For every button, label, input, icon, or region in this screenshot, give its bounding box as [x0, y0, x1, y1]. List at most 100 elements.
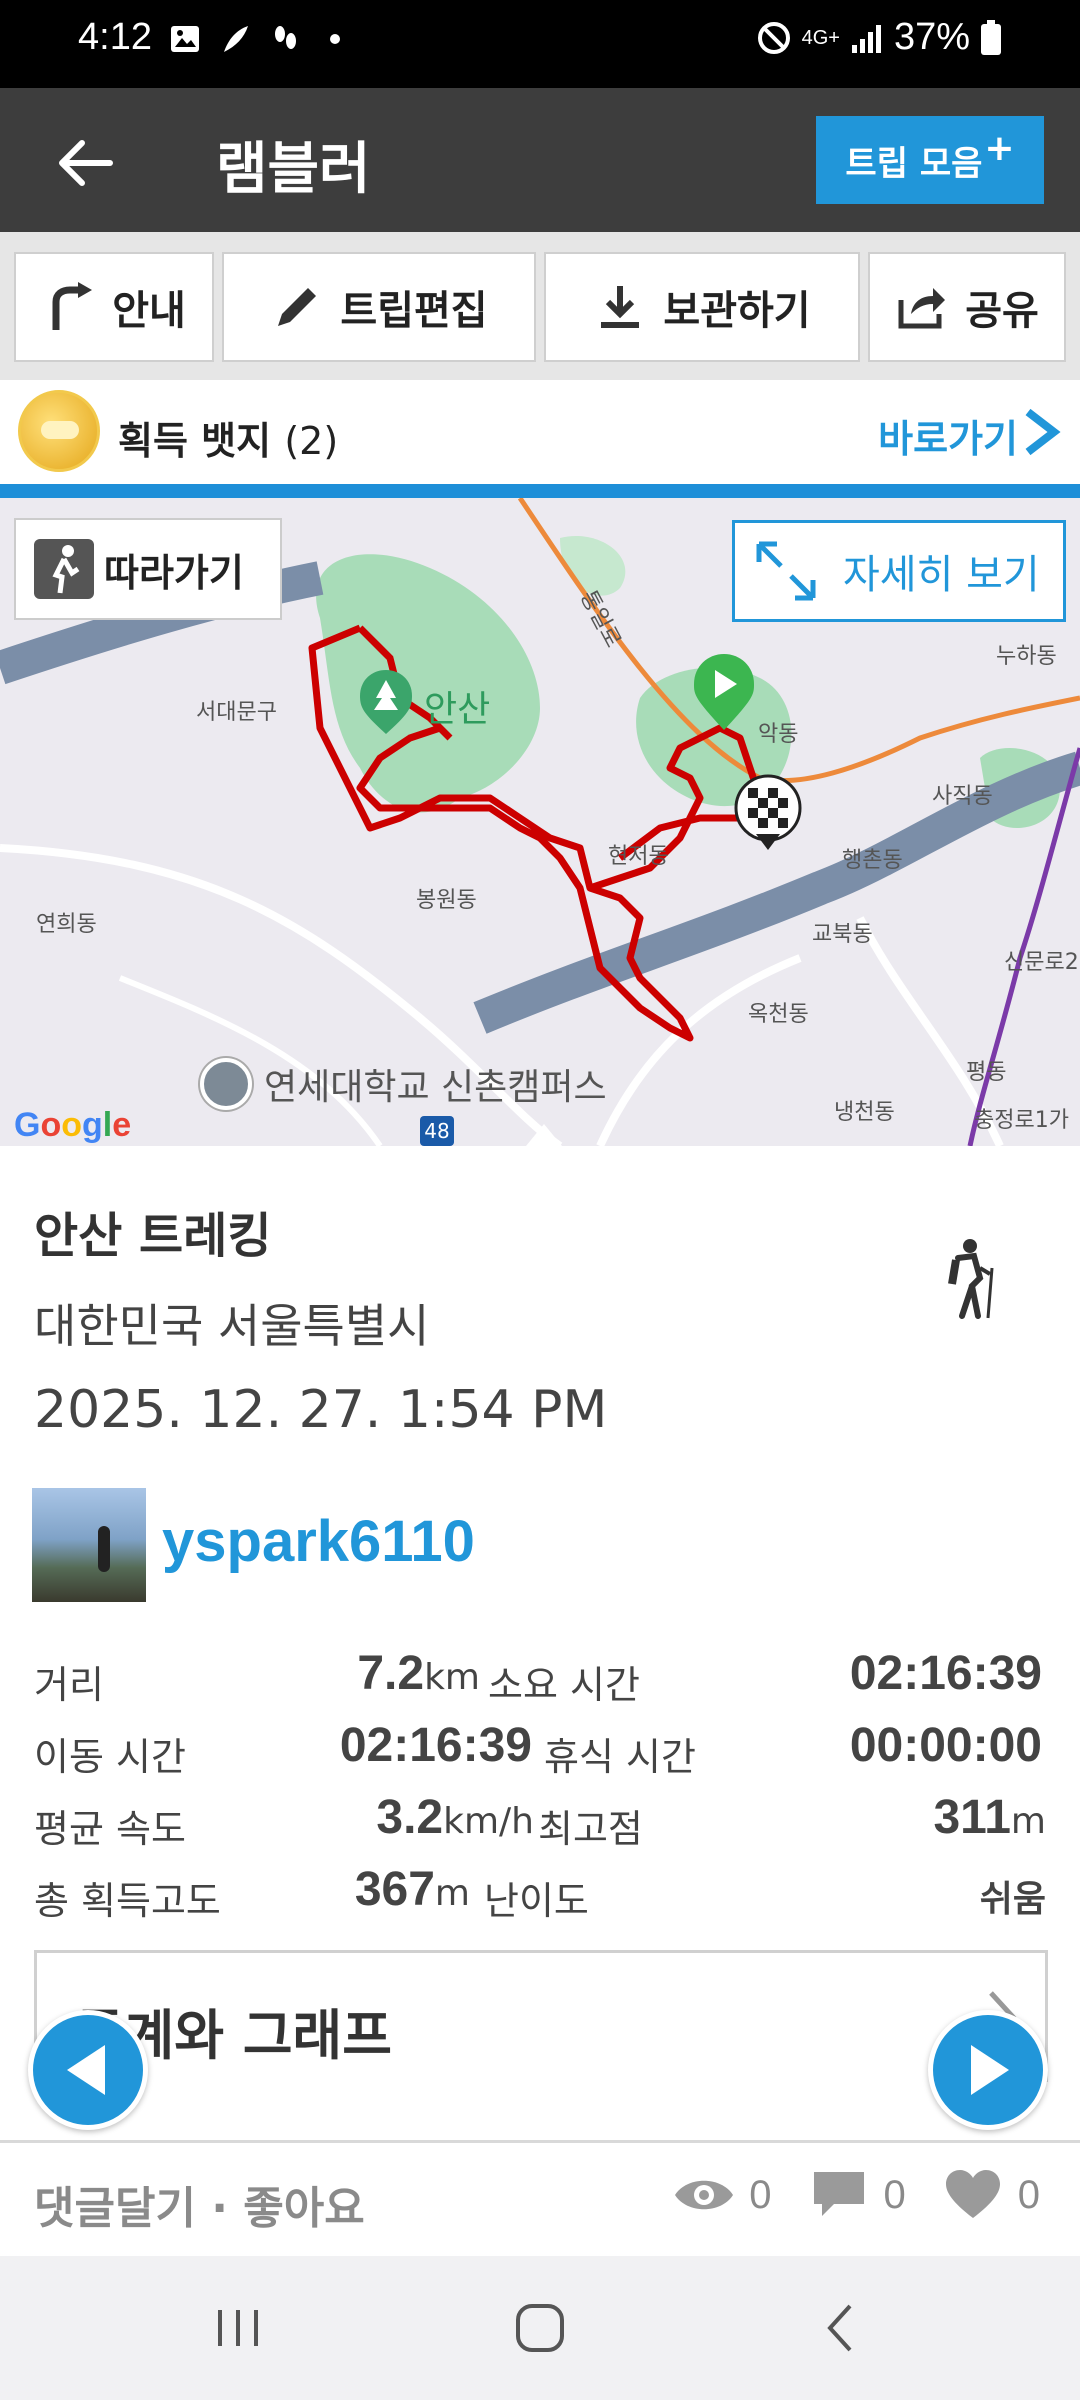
trip-location: 대한민국 서울특별시 — [34, 1299, 430, 1353]
rest-time-label: 휴식 시간 — [544, 1735, 696, 1779]
plus-icon: + — [984, 127, 1015, 169]
campus-poi: 연세대학교 신촌캠퍼스 — [200, 1058, 607, 1110]
back-nav-icon[interactable] — [810, 2296, 874, 2360]
rest-time-value: 00:00:00 — [849, 1719, 1042, 1772]
elevation-gain-label: 총 획득고도 — [34, 1879, 221, 1923]
status-right: 4G+ 37% — [756, 16, 1002, 59]
notification-icons — [168, 22, 352, 56]
comment-icon[interactable] — [808, 2168, 870, 2222]
footer-divider — [0, 2140, 1080, 2143]
network-type: 4G+ — [801, 26, 840, 49]
campus-label: 연세대학교 신촌캠퍼스 — [264, 1067, 607, 1108]
trip-title: 안산 트레킹 — [34, 1208, 272, 1264]
username-link[interactable]: yspark6110 — [162, 1508, 475, 1575]
comment-like-link[interactable]: 댓글달기 · 좋아요 — [34, 2172, 365, 2236]
stats-row-moving: 이동 시간 02:16:39 휴식 시간 00:00:00 — [0, 1712, 1080, 1782]
avg-speed-value: 3.2km/h — [376, 1791, 534, 1844]
map-label-pyeong: 평동 — [966, 1060, 1007, 1085]
map-label-okcheon: 옥천동 — [748, 1002, 809, 1027]
edit-trip-label: 트립편집 — [340, 288, 488, 334]
save-button[interactable]: 보관하기 — [544, 252, 860, 362]
difficulty-value: 쉬움 — [979, 1879, 1046, 1920]
trip-collection-label: 트립 모음 — [845, 143, 983, 184]
map-label-hyeonjeo: 현저동 — [608, 844, 669, 869]
follow-button[interactable]: 따라가기 — [14, 518, 282, 620]
back-arrow-icon[interactable] — [50, 128, 120, 198]
user-avatar[interactable] — [32, 1488, 146, 1602]
stats-row-distance: 거리 7.2km 소요 시간 02:16:39 — [0, 1640, 1080, 1710]
triangle-right-icon — [971, 2045, 1009, 2095]
map-label-seodaemun: 서대문구 — [196, 700, 277, 725]
guide-label: 안내 — [112, 288, 186, 334]
distance-value: 7.2km — [357, 1647, 480, 1700]
footsteps-icon — [275, 26, 296, 49]
pencil-icon — [278, 288, 317, 326]
battery-icon — [981, 19, 1001, 55]
view-count: 0 — [749, 2172, 772, 2217]
share-icon — [898, 288, 946, 329]
feather-icon — [224, 26, 248, 52]
recent-apps-icon[interactable] — [206, 2296, 270, 2360]
distance-label: 거리 — [34, 1663, 104, 1707]
stats-row-gain: 총 획득고도 367m 난이도 쉬움 — [0, 1856, 1080, 1926]
map-label-sinmunro: 신문로2 — [1004, 950, 1079, 975]
chevron-right-icon — [1025, 408, 1061, 456]
trip-collection-button[interactable]: 트립 모음 + — [816, 116, 1044, 204]
map-label-sajik: 사직동 — [932, 784, 993, 809]
home-icon[interactable] — [508, 2296, 572, 2360]
app-bar: 램블러 트립 모음 + — [0, 88, 1080, 232]
map-label-nuha: 누하동 — [996, 644, 1057, 669]
map-label-naengcheon: 냉천동 — [834, 1100, 895, 1125]
moving-time-label: 이동 시간 — [34, 1735, 186, 1779]
turn-arrow-icon — [52, 282, 93, 330]
triangle-left-icon — [67, 2045, 105, 2095]
system-navigation-bar — [0, 2256, 1080, 2400]
detail-view-button[interactable]: 자세히 보기 — [732, 520, 1066, 622]
map-label-akdong: 악동 — [758, 722, 799, 747]
elevation-gain-value: 367m — [354, 1863, 470, 1916]
heart-icon[interactable] — [942, 2168, 1004, 2222]
moving-time-value: 02:16:39 — [339, 1719, 532, 1772]
action-toolbar: 안내 트립편집 보관하기 공유 — [0, 232, 1080, 380]
badge-medal-icon — [18, 390, 100, 472]
badge-goto-link[interactable]: 바로가기 — [878, 408, 1018, 463]
badge-row[interactable]: 획득 뱃지 (2) 바로가기 — [0, 380, 1080, 484]
share-label: 공유 — [965, 288, 1039, 334]
app-title: 램블러 — [216, 137, 371, 202]
finish-marker-icon — [734, 774, 802, 850]
next-trip-button[interactable] — [928, 2010, 1048, 2130]
like-count: 0 — [1017, 2172, 1040, 2217]
stats-graph-card[interactable]: 통계와 그래프 — [34, 1950, 1048, 2082]
download-icon — [601, 286, 640, 328]
google-logo: Google — [14, 1106, 132, 1144]
map-label-chungjeongro: 충정로1가 — [974, 1108, 1069, 1133]
guide-button[interactable]: 안내 — [14, 252, 214, 362]
hiking-activity-icon — [948, 1239, 994, 1319]
duration-value: 02:16:39 — [849, 1647, 1042, 1700]
map-label-haengchon: 행촌동 — [842, 848, 903, 873]
route-shield: 48 — [420, 1116, 454, 1146]
edit-trip-button[interactable]: 트립편집 — [222, 252, 536, 362]
previous-trip-button[interactable] — [28, 2010, 148, 2130]
hiker-follow-icon — [34, 539, 94, 599]
route-map[interactable]: 안산 서대문구 봉원동 연희동 현저동 행촌동 교북동 옥천동 사직동 누하동 … — [0, 498, 1080, 1146]
gallery-icon — [171, 26, 199, 52]
map-label-bongwon: 봉원동 — [416, 888, 477, 913]
section-divider-blue — [0, 484, 1080, 498]
expand-icon — [756, 541, 816, 601]
max-altitude-label: 최고점 — [538, 1807, 643, 1851]
battery-percent: 37% — [893, 16, 970, 58]
eye-icon — [675, 2180, 734, 2210]
difficulty-label: 난이도 — [484, 1879, 589, 1923]
do-not-disturb-icon — [757, 21, 790, 54]
engagement-counts: 0 0 0 — [673, 2168, 1040, 2222]
max-altitude-value: 311m — [933, 1791, 1046, 1844]
dot-icon — [330, 34, 340, 44]
detail-view-label: 자세히 보기 — [843, 552, 1040, 598]
duration-label: 소요 시간 — [488, 1663, 640, 1707]
avg-speed-label: 평균 속도 — [34, 1807, 186, 1851]
comment-count: 0 — [883, 2172, 906, 2217]
map-label-gyobuk: 교북동 — [812, 922, 873, 947]
share-button[interactable]: 공유 — [868, 252, 1066, 362]
status-time: 4:12 — [78, 16, 152, 58]
